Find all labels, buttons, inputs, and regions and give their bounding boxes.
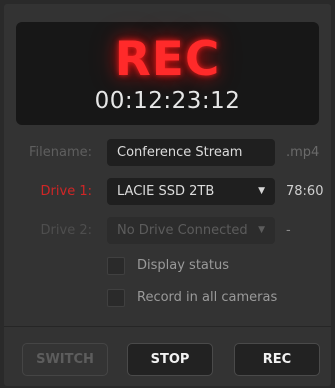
filename-value: Conference Stream — [117, 145, 243, 160]
filename-input[interactable]: Conference Stream — [107, 139, 275, 166]
drive2-remaining: - — [286, 223, 291, 238]
rec-button[interactable]: REC — [234, 343, 320, 376]
timecode: 00:12:23:12 — [94, 88, 241, 114]
display-status-label: Display status — [137, 258, 229, 273]
chevron-down-icon: ▼ — [258, 186, 265, 196]
drive2-select[interactable]: No Drive Connected ▼ — [107, 217, 275, 244]
recording-indicator: REC — [114, 32, 221, 87]
drive1-label: Drive 1: — [40, 184, 92, 199]
record-all-cameras-label: Record in all cameras — [137, 290, 278, 305]
drive1-value: LACIE SSD 2TB — [117, 184, 215, 199]
filename-label: Filename: — [28, 145, 92, 160]
record-all-cameras-checkbox[interactable] — [107, 289, 125, 307]
drive1-select[interactable]: LACIE SSD 2TB ▼ — [107, 178, 275, 205]
filename-extension: .mp4 — [286, 145, 320, 160]
drive2-label: Drive 2: — [40, 223, 92, 238]
switch-button[interactable]: SWITCH — [22, 343, 108, 376]
record-status-display: REC 00:12:23:12 — [16, 22, 319, 125]
drive1-remaining: 78:60 — [286, 184, 324, 199]
divider — [4, 326, 331, 327]
drive2-value: No Drive Connected — [117, 223, 248, 238]
chevron-down-icon: ▼ — [258, 225, 265, 235]
display-status-checkbox[interactable] — [107, 257, 125, 275]
stop-button[interactable]: STOP — [127, 343, 213, 376]
